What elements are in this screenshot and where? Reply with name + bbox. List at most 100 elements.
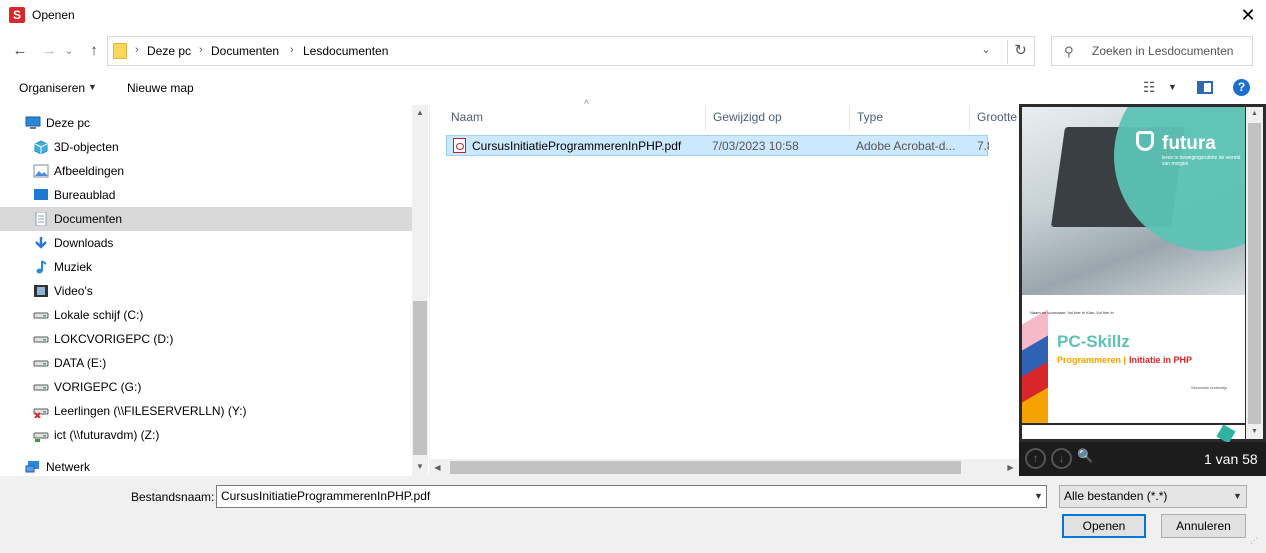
search-input[interactable]: Zoeken in Lesdocumenten — [1092, 44, 1233, 58]
toolbar: Organiseren ▼ Nieuwe map ☷ ▼ — [0, 72, 1266, 104]
sidebar-item-label: Documenten — [54, 212, 123, 226]
column-header-modified[interactable]: Gewijzigd op — [706, 105, 850, 131]
scroll-right-arrow[interactable]: ▶ — [1002, 459, 1019, 476]
up-button[interactable]: ↑ — [83, 40, 105, 62]
table-row[interactable]: CursusInitiatieProgrammerenInPHP.pdf 7/0… — [446, 135, 989, 156]
title-bar: S Openen ✕ — [0, 0, 1266, 31]
nav-scrollbar[interactable]: ▲ ▼ — [412, 105, 428, 476]
sidebar-item-label: Bureaublad — [54, 188, 116, 202]
sidebar-item[interactable]: Deze pc — [0, 111, 412, 135]
preview-scrollbar[interactable]: ▲ ▼ — [1246, 107, 1263, 439]
cover-heading: PC-Skillz — [1057, 332, 1130, 351]
chevron-down-icon[interactable]: ▼ — [88, 82, 97, 92]
sidebar-item[interactable]: ict (\\futuravdm) (Z:) — [0, 423, 412, 447]
decor-hexagon — [1216, 424, 1236, 444]
scroll-thumb[interactable] — [1248, 123, 1261, 424]
preview-pane-icon[interactable] — [1197, 81, 1213, 94]
open-button[interactable]: Openen — [1062, 514, 1146, 538]
music-icon — [33, 260, 49, 274]
scroll-up-arrow[interactable]: ▲ — [412, 105, 428, 121]
breadcrumb-deze-pc[interactable]: Deze pc — [147, 44, 191, 58]
forward-button[interactable]: → — [38, 40, 60, 62]
breadcrumb-separator[interactable]: › — [290, 44, 294, 56]
scroll-thumb[interactable] — [413, 301, 427, 455]
next-page-icon[interactable]: ↓ — [1051, 448, 1072, 469]
sidebar-item-label: 3D-objecten — [54, 140, 119, 154]
filename-input[interactable]: CursusInitiatieProgrammerenInPHP.pdf — [216, 485, 1047, 508]
sidebar-item[interactable]: 3D-objecten — [0, 135, 412, 159]
drive-icon — [33, 380, 49, 394]
video-icon — [33, 284, 49, 298]
sidebar-item[interactable]: LOKCVORIGEPC (D:) — [0, 327, 412, 351]
scroll-up-arrow[interactable]: ▲ — [1246, 107, 1263, 121]
resize-grip-icon[interactable]: ⋰ — [1250, 537, 1262, 550]
chevron-down-icon[interactable]: ▼ — [1034, 491, 1043, 501]
window-title: Openen — [32, 8, 75, 22]
sidebar-item[interactable]: DATA (E:) — [0, 351, 412, 375]
find-in-document-icon[interactable]: 🔍 — [1077, 448, 1101, 470]
scroll-down-arrow[interactable]: ▼ — [412, 459, 428, 475]
chevron-down-icon[interactable]: ▼ — [1168, 82, 1177, 92]
file-size: 7.8 — [977, 139, 989, 153]
preview-next-page — [1022, 424, 1245, 444]
sidebar-item-label: Deze pc — [46, 116, 91, 130]
sort-ascending-icon: ^ — [584, 99, 589, 110]
new-folder-button[interactable]: Nieuwe map — [127, 81, 194, 95]
search-icon: ⚲ — [1064, 44, 1074, 59]
sidebar-item-label: Video's — [54, 284, 93, 298]
breadcrumb-separator[interactable]: › — [199, 44, 203, 56]
preview-toolbar: ↑ ↓ 🔍 1 van 58 — [1019, 442, 1266, 476]
file-modified: 7/03/2023 10:58 — [712, 139, 799, 153]
sidebar-item[interactable]: VORIGEPC (G:) — [0, 375, 412, 399]
address-bar[interactable]: › Deze pc › Documenten › Lesdocumenten ⌄… — [107, 36, 1035, 66]
recent-locations-button[interactable]: ⌄ — [62, 40, 76, 62]
sidebar-item[interactable]: Video's — [0, 279, 412, 303]
scroll-left-arrow[interactable]: ◀ — [429, 459, 446, 476]
scroll-down-arrow[interactable]: ▼ — [1246, 425, 1263, 439]
sidebar-item[interactable]: Bureaublad — [0, 183, 412, 207]
organize-button[interactable]: Organiseren — [19, 81, 85, 95]
drive-icon — [33, 356, 49, 370]
file-list: Naam ^ Gewijzigd op Type Grootte CursusI… — [429, 99, 1020, 476]
horizontal-scrollbar[interactable]: ◀ ▶ — [429, 459, 1019, 476]
breadcrumb-separator: › — [135, 44, 139, 56]
back-button[interactable]: ← — [9, 40, 31, 62]
sidebar-item[interactable]: Downloads — [0, 231, 412, 255]
breadcrumb-lesdocumenten[interactable]: Lesdocumenten — [303, 44, 388, 58]
file-type-select[interactable]: Alle bestanden (*.*) — [1059, 485, 1247, 508]
breadcrumb-documenten[interactable]: Documenten — [211, 44, 279, 58]
folder-icon — [113, 43, 127, 59]
drive-icon — [33, 308, 49, 322]
cover-subtitle-left: Programmeren | — [1057, 355, 1127, 365]
column-header-name[interactable]: Naam ^ — [444, 99, 706, 131]
close-button[interactable]: ✕ — [1230, 0, 1266, 31]
dialog-footer: Bestandsnaam: CursusInitiatieProgrammere… — [0, 476, 1266, 553]
sidebar-item[interactable]: Netwerk — [0, 455, 412, 476]
sidebar-item[interactable]: Lokale schijf (C:) — [0, 303, 412, 327]
cover-photo: futura leren is bewegingsruimte de werel… — [1022, 107, 1245, 295]
chevron-down-icon[interactable]: ▼ — [1233, 491, 1242, 501]
sidebar-item[interactable]: Afbeeldingen — [0, 159, 412, 183]
column-header-size[interactable]: Grootte — [970, 105, 1020, 131]
sidebar-item[interactable]: Leerlingen (\\FILESERVERLLN) (Y:) — [0, 399, 412, 423]
column-header-type[interactable]: Type — [850, 105, 970, 131]
view-options-icon[interactable]: ☷ — [1143, 79, 1156, 96]
sidebar-item[interactable]: Muziek — [0, 255, 412, 279]
refresh-icon[interactable]: ↻ — [1007, 40, 1033, 64]
desktop-icon — [33, 188, 49, 202]
search-box[interactable]: ⚲ Zoeken in Lesdocumenten — [1051, 36, 1253, 66]
cancel-button[interactable]: Annuleren — [1161, 514, 1246, 538]
brand-circle — [1114, 107, 1245, 251]
help-icon[interactable]: ? — [1233, 79, 1250, 96]
address-dropdown-icon[interactable]: ⌄ — [976, 43, 996, 56]
sidebar-item-label: Leerlingen (\\FILESERVERLLN) (Y:) — [54, 404, 247, 418]
futura-logo-icon — [1136, 131, 1154, 151]
sidebar-item-label: DATA (E:) — [54, 356, 107, 370]
sidebar-item-label: Lokale schijf (C:) — [54, 308, 144, 322]
scroll-thumb[interactable] — [450, 461, 961, 474]
column-label: Gewijzigd op — [713, 110, 782, 124]
preview-page: futura leren is bewegingsruimte de werel… — [1022, 107, 1245, 423]
sidebar-item-label: Netwerk — [46, 460, 91, 474]
previous-page-icon[interactable]: ↑ — [1025, 448, 1046, 469]
sidebar-item[interactable]: Documenten — [0, 207, 412, 231]
